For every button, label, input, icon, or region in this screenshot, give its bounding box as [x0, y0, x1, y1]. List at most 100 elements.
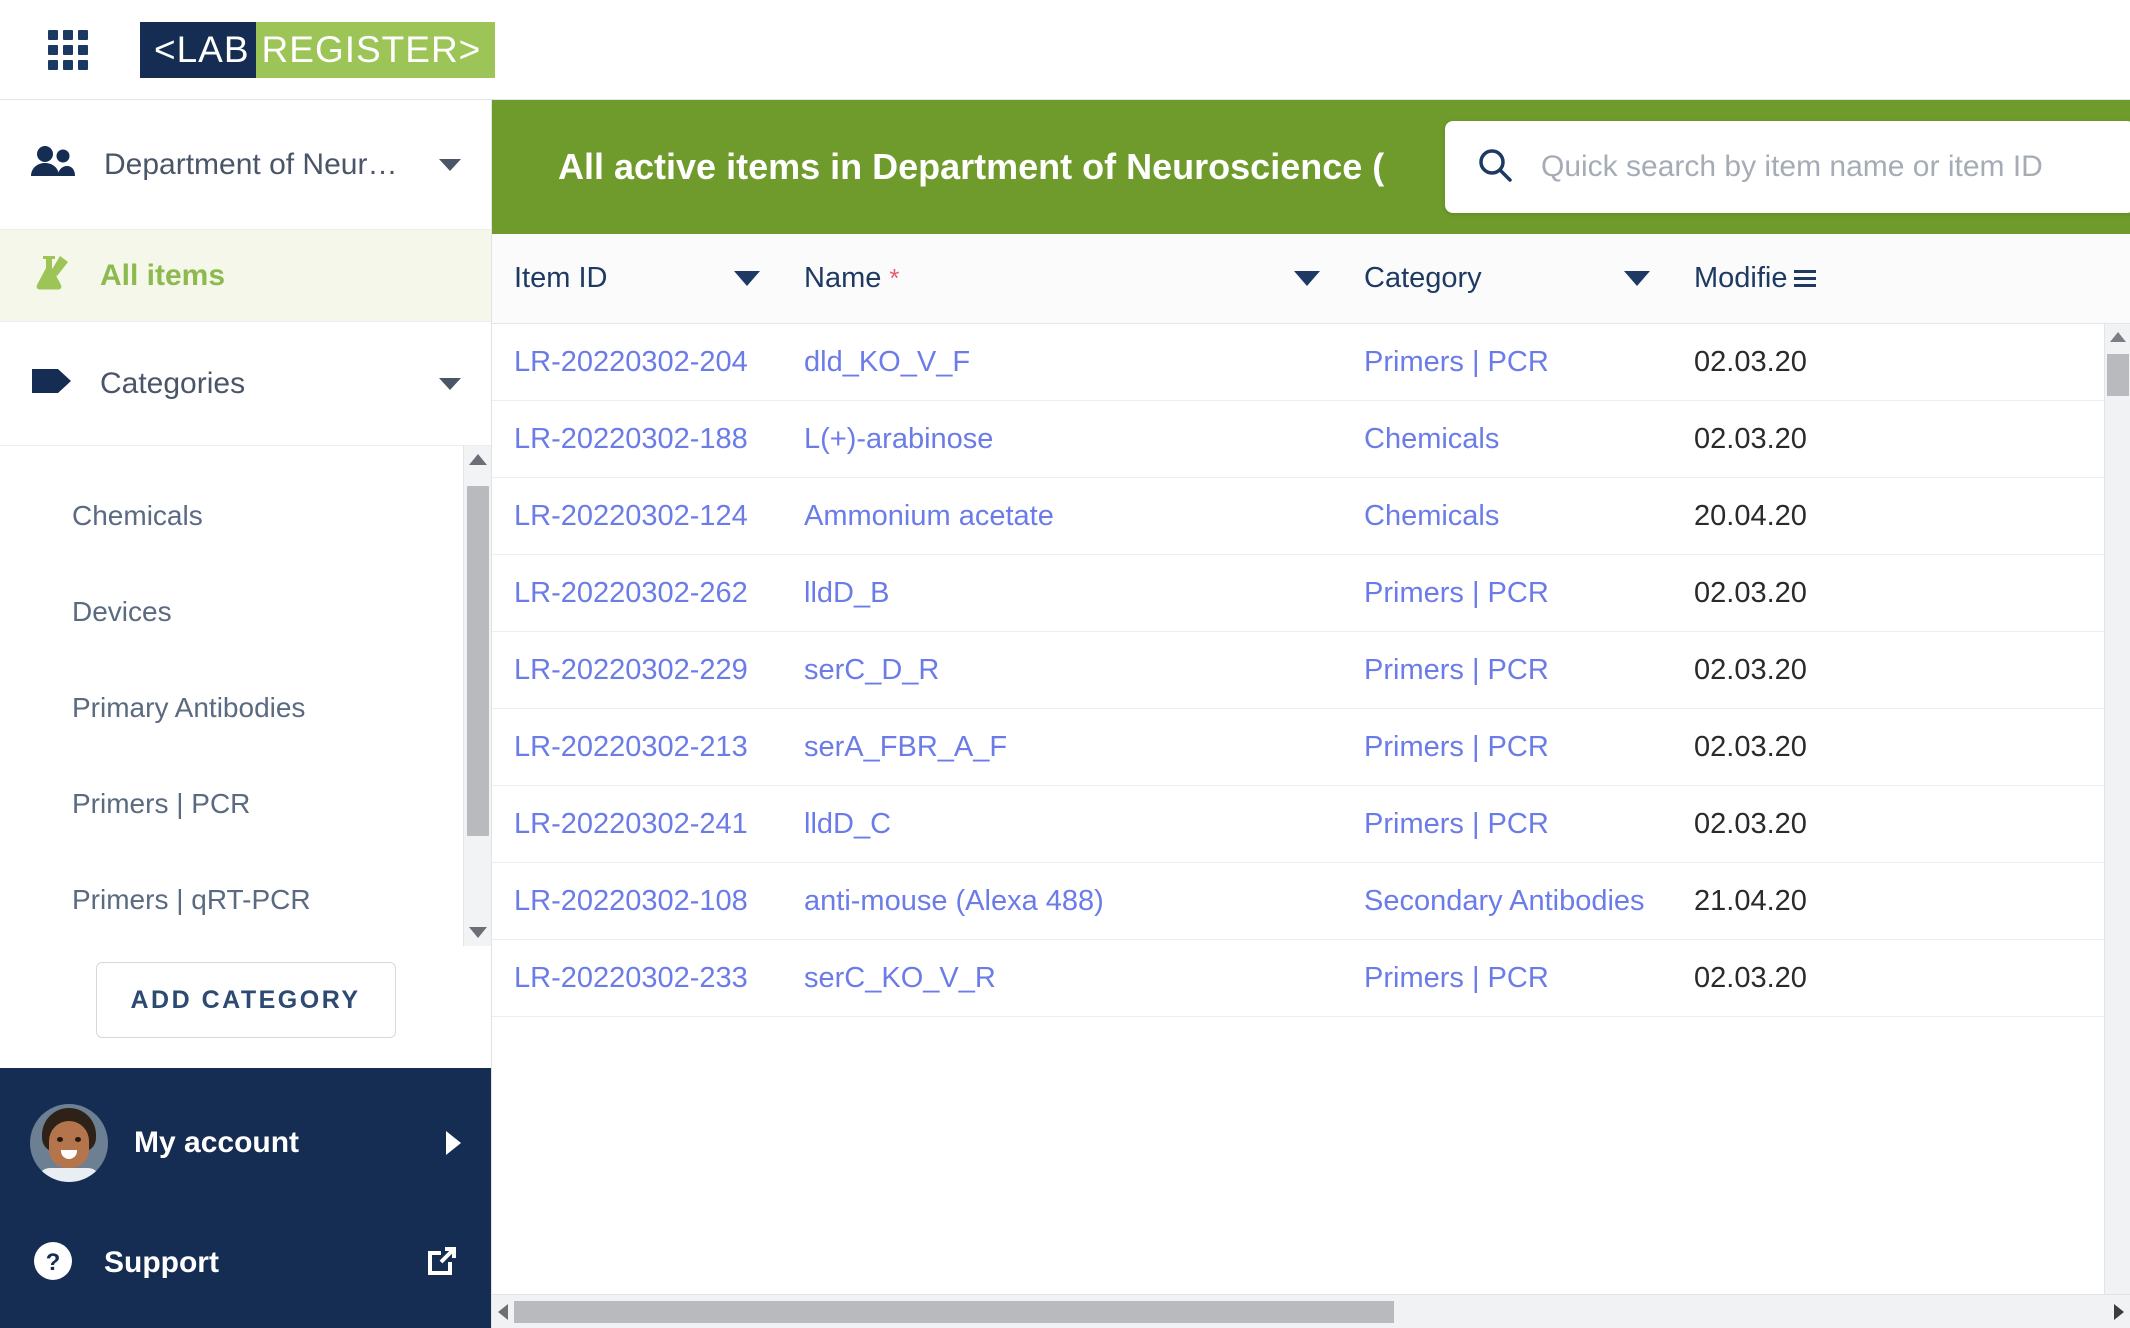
people-icon — [30, 145, 78, 184]
chevron-down-icon[interactable] — [439, 378, 461, 390]
cell-category[interactable]: Secondary Antibodies — [1342, 885, 1672, 918]
cell-category[interactable]: Primers | PCR — [1342, 731, 1672, 764]
scroll-right-arrow-icon[interactable] — [2114, 1304, 2124, 1320]
cell-item-id[interactable]: LR-20220302-241 — [492, 808, 782, 841]
cell-item-id[interactable]: LR-20220302-229 — [492, 654, 782, 687]
cell-modified: 02.03.20 — [1672, 654, 2072, 687]
table-row[interactable]: LR-20220302-124 Ammonium acetate Chemica… — [492, 478, 2130, 555]
svg-text:?: ? — [46, 1249, 61, 1276]
cell-name[interactable]: lldD_C — [782, 808, 1342, 841]
cell-name[interactable]: serA_FBR_A_F — [782, 731, 1342, 764]
table-vertical-scrollbar[interactable] — [2104, 324, 2130, 1328]
scroll-up-arrow-icon[interactable] — [2110, 332, 2126, 342]
chevron-right-icon[interactable] — [446, 1131, 461, 1155]
cell-name[interactable]: serC_KO_V_R — [782, 962, 1342, 995]
categories-header-label: Categories — [100, 367, 429, 401]
cell-category[interactable]: Primers | PCR — [1342, 346, 1672, 379]
search-input[interactable] — [1515, 150, 2130, 184]
cell-modified: 02.03.20 — [1672, 346, 2072, 379]
required-asterisk: * — [889, 263, 899, 294]
column-header-modified[interactable]: Modifie — [1672, 262, 2072, 295]
column-header-name[interactable]: Name * — [782, 262, 1342, 295]
quick-search-box[interactable] — [1445, 121, 2130, 213]
support-item[interactable]: ? Support — [30, 1208, 461, 1318]
sidebar-item-all-items[interactable]: All items — [0, 230, 491, 322]
top-bar: <LAB REGISTER> — [0, 0, 2130, 100]
cell-name[interactable]: dld_KO_V_F — [782, 346, 1342, 379]
cell-category[interactable]: Primers | PCR — [1342, 577, 1672, 610]
cell-category[interactable]: Chemicals — [1342, 423, 1672, 456]
category-list-scrollbar[interactable] — [463, 446, 491, 946]
chevron-down-icon[interactable] — [1294, 271, 1320, 286]
cell-modified: 20.04.20 — [1672, 500, 2072, 533]
sidebar-category-item[interactable]: Primers | PCR — [0, 756, 463, 852]
scrollbar-thumb[interactable] — [467, 486, 489, 836]
sidebar-category-item[interactable]: Primary Antibodies — [0, 660, 463, 756]
table-row[interactable]: LR-20220302-213 serA_FBR_A_F Primers | P… — [492, 709, 2130, 786]
app-root: <LAB REGISTER> Department of Neur… — [0, 0, 2130, 1328]
table-row[interactable]: LR-20220302-233 serC_KO_V_R Primers | PC… — [492, 940, 2130, 1017]
cell-modified: 21.04.20 — [1672, 885, 2072, 918]
cell-item-id[interactable]: LR-20220302-204 — [492, 346, 782, 379]
scroll-down-arrow-icon[interactable] — [469, 927, 487, 938]
sidebar-category-item[interactable]: Devices — [0, 564, 463, 660]
department-selector[interactable]: Department of Neur… — [0, 100, 491, 230]
cell-modified: 02.03.20 — [1672, 577, 2072, 610]
cell-category[interactable]: Chemicals — [1342, 500, 1672, 533]
column-resize-handle-icon[interactable] — [1794, 270, 1816, 287]
table-row[interactable]: LR-20220302-241 lldD_C Primers | PCR 02.… — [492, 786, 2130, 863]
cell-modified: 02.03.20 — [1672, 962, 2072, 995]
scrollbar-thumb[interactable] — [514, 1301, 1394, 1323]
cell-category[interactable]: Primers | PCR — [1342, 654, 1672, 687]
cell-modified: 02.03.20 — [1672, 423, 2072, 456]
logo-left-text: <LAB — [140, 22, 256, 78]
table-row[interactable]: LR-20220302-262 lldD_B Primers | PCR 02.… — [492, 555, 2130, 632]
table-row[interactable]: LR-20220302-204 dld_KO_V_F Primers | PCR… — [492, 324, 2130, 401]
cell-item-id[interactable]: LR-20220302-262 — [492, 577, 782, 610]
categories-header[interactable]: Categories — [0, 322, 491, 446]
column-header-name-label: Name — [804, 262, 881, 295]
column-header-item-id[interactable]: Item ID — [492, 262, 782, 295]
external-link-icon[interactable] — [423, 1242, 461, 1285]
cell-modified: 02.03.20 — [1672, 808, 2072, 841]
cell-name[interactable]: Ammonium acetate — [782, 500, 1342, 533]
sidebar-category-item[interactable]: Chemicals — [0, 468, 463, 564]
category-list-region: Chemicals Devices Primary Antibodies Pri… — [0, 446, 491, 946]
table-row[interactable]: LR-20220302-229 serC_D_R Primers | PCR 0… — [492, 632, 2130, 709]
chevron-down-icon[interactable] — [439, 159, 461, 171]
cell-category[interactable]: Primers | PCR — [1342, 808, 1672, 841]
scrollbar-thumb[interactable] — [2107, 354, 2129, 396]
cell-category[interactable]: Primers | PCR — [1342, 962, 1672, 995]
scroll-up-arrow-icon[interactable] — [469, 454, 487, 465]
main-content: All active items in Department of Neuros… — [492, 100, 2130, 1328]
cell-item-id[interactable]: LR-20220302-188 — [492, 423, 782, 456]
apps-grid-icon[interactable] — [48, 30, 88, 70]
table-row[interactable]: LR-20220302-188 L(+)-arabinose Chemicals… — [492, 401, 2130, 478]
sidebar-footer: My account ? Support — [0, 1068, 491, 1328]
cell-name[interactable]: serC_D_R — [782, 654, 1342, 687]
column-header-category[interactable]: Category — [1342, 262, 1672, 295]
category-list: Chemicals Devices Primary Antibodies Pri… — [0, 446, 463, 946]
add-category-button[interactable]: ADD CATEGORY — [96, 962, 396, 1038]
cell-item-id[interactable]: LR-20220302-233 — [492, 962, 782, 995]
table-row[interactable]: LR-20220302-108 anti-mouse (Alexa 488) S… — [492, 863, 2130, 940]
my-account-item[interactable]: My account — [30, 1078, 461, 1208]
my-account-label: My account — [134, 1126, 446, 1160]
cell-item-id[interactable]: LR-20220302-213 — [492, 731, 782, 764]
search-icon — [1475, 145, 1515, 190]
chevron-down-icon[interactable] — [1624, 271, 1650, 286]
department-label: Department of Neur… — [104, 148, 429, 182]
cell-name[interactable]: L(+)-arabinose — [782, 423, 1342, 456]
app-logo[interactable]: <LAB REGISTER> — [140, 22, 495, 78]
logo-right-text: REGISTER> — [256, 22, 496, 78]
sidebar-category-item[interactable]: Primers | qRT-PCR — [0, 852, 463, 946]
cell-name[interactable]: lldD_B — [782, 577, 1342, 610]
cell-item-id[interactable]: LR-20220302-124 — [492, 500, 782, 533]
table-horizontal-scrollbar[interactable] — [492, 1294, 2130, 1328]
scroll-left-arrow-icon[interactable] — [498, 1304, 508, 1320]
page-header: All active items in Department of Neuros… — [492, 100, 2130, 234]
chevron-down-icon[interactable] — [734, 271, 760, 286]
cell-item-id[interactable]: LR-20220302-108 — [492, 885, 782, 918]
horizontal-scroll-track[interactable] — [514, 1301, 2108, 1323]
cell-name[interactable]: anti-mouse (Alexa 488) — [782, 885, 1342, 918]
